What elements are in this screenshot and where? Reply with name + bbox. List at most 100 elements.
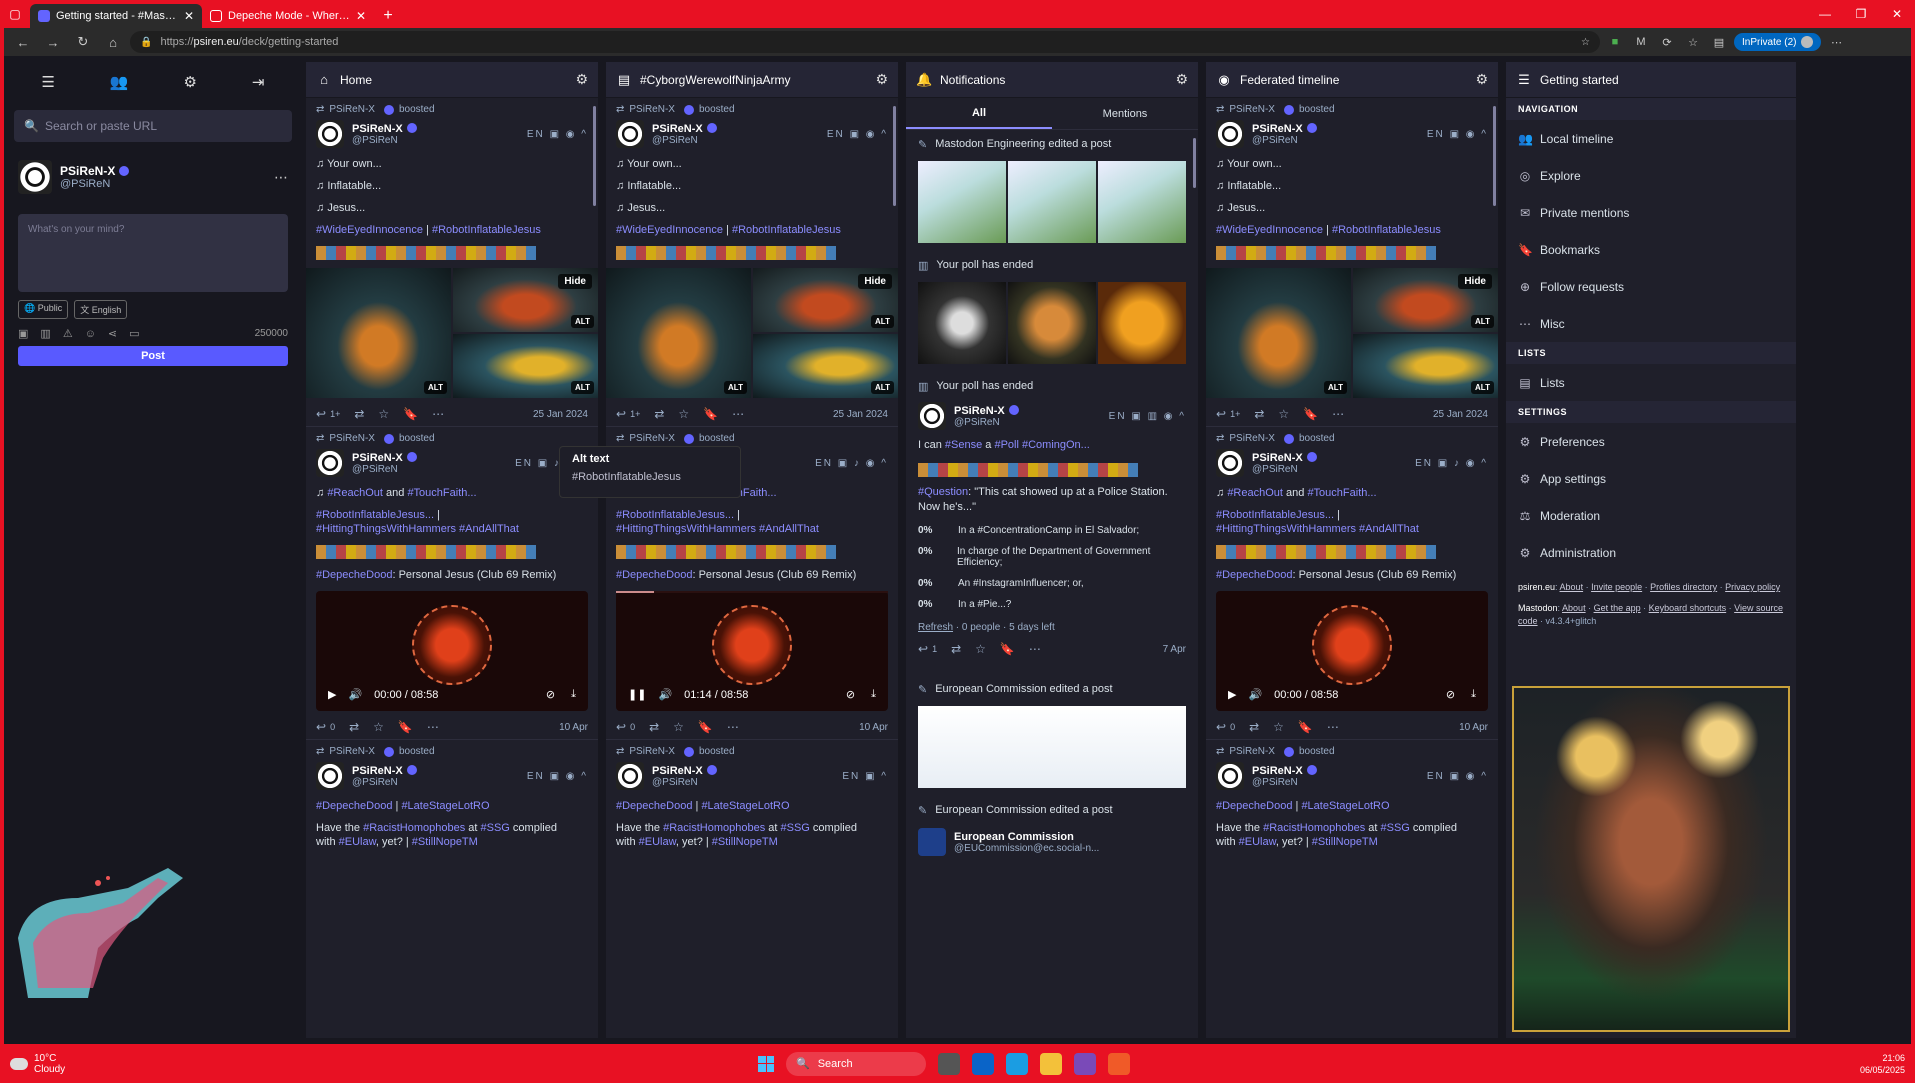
status-post-3[interactable]: ⇄ PSiReN-X boosted PSiReN-X @PSiReN EN ▣ ^ … [606, 740, 898, 852]
status-meta[interactable]: EN ▣ ^ [842, 771, 888, 782]
privacy-link[interactable]: Privacy policy [1725, 582, 1780, 592]
more-icon[interactable]: ⋯ [1029, 642, 1041, 656]
media-image[interactable]: Hide ALT [1353, 268, 1498, 332]
media-icon[interactable]: ▣ [18, 327, 28, 340]
home-icon[interactable]: ⌂ [100, 31, 126, 53]
nav-bookmarks[interactable]: 🔖 Bookmarks [1506, 231, 1796, 268]
nav-local-timeline[interactable]: 👥 Local timeline [1506, 120, 1796, 157]
task-view-icon[interactable] [938, 1052, 960, 1075]
favourite-icon[interactable]: ☆ [373, 720, 384, 734]
mastodon-about-link[interactable]: About [1562, 603, 1586, 613]
media-image[interactable]: Hide ALT [753, 268, 898, 332]
status-account[interactable]: PSiReN-X@PSiReN EN ▣ ♪ ◉ ^ [316, 449, 588, 477]
notifications-column-header[interactable]: 🔔 Notifications ⚙ [906, 62, 1198, 98]
hashtag-link[interactable]: #RobotInflatableJesus [732, 224, 841, 236]
status-account[interactable]: PSiReN-X @PSiReN EN ▣ ◉ ^ [1216, 762, 1488, 790]
reply-icon[interactable]: ↩ [616, 407, 626, 421]
audio-progress[interactable] [616, 591, 888, 593]
hashtag-link[interactable]: #WideEyedInnocence [616, 224, 723, 236]
volume-icon[interactable]: 🔊 [658, 688, 672, 701]
hide-icon[interactable]: ⊘ [1446, 688, 1455, 701]
extension-m-icon[interactable]: M [1630, 33, 1652, 51]
inprivate-badge[interactable]: InPrivate (2) [1734, 33, 1822, 51]
settings-icon[interactable]: ⚙ [184, 73, 197, 91]
media-thumbnail[interactable] [918, 706, 1186, 788]
avatar[interactable] [616, 120, 644, 148]
close-window-icon[interactable]: ✕ [1879, 0, 1915, 28]
maximize-icon[interactable]: ❐ [1843, 0, 1879, 28]
people-icon[interactable]: 👥 [110, 73, 129, 91]
status-account[interactable]: European Commission @EUCommission@ec.soci… [906, 828, 1198, 856]
compose-textarea[interactable]: What's on your mind? [18, 214, 288, 292]
status-date[interactable]: 25 Jan 2024 [533, 409, 588, 420]
reply-icon[interactable]: ↩ [1216, 407, 1226, 421]
bookmark-icon[interactable]: 🔖 [703, 407, 718, 421]
media-gallery[interactable]: ALT Hide ALT ALT [1206, 268, 1498, 398]
nav-private-mentions[interactable]: ✉ Private mentions [1506, 194, 1796, 231]
emoji-icon[interactable]: ☺ [85, 328, 96, 340]
avatar[interactable] [616, 762, 644, 790]
home-column-header[interactable]: ⌂ Home ⚙ [306, 62, 598, 98]
status-meta[interactable]: EN ▣ ◉ ^ [1427, 129, 1488, 140]
hide-media-button[interactable]: Hide [1458, 274, 1492, 289]
download-icon[interactable]: ⤓ [1471, 688, 1476, 701]
extension-shield-icon[interactable]: ■ [1604, 33, 1626, 51]
status-date[interactable]: 10 Apr [859, 722, 888, 733]
avatar[interactable] [1216, 762, 1244, 790]
alt-badge[interactable]: ALT [1471, 315, 1494, 328]
invite-link[interactable]: Invite people [1591, 582, 1642, 592]
alt-badge[interactable]: ALT [571, 315, 594, 328]
avatar[interactable] [1216, 449, 1244, 477]
hashtag-link[interactable]: #RobotInflatableJesus [1332, 224, 1441, 236]
about-link[interactable]: About [1560, 582, 1584, 592]
notification-media[interactable] [918, 706, 1186, 788]
avatar[interactable] [18, 160, 52, 194]
status-post-1[interactable]: ⇄ PSiReN-X boosted PSiReN-X @PSiReN EN ▣ ◉ … [1206, 98, 1498, 427]
media-image[interactable]: ALT [306, 268, 451, 398]
reply-icon[interactable]: ↩ [918, 642, 928, 656]
alt-badge[interactable]: ALT [1471, 381, 1494, 394]
new-tab-icon[interactable]: + [374, 4, 402, 28]
alt-badge[interactable]: ALT [424, 381, 447, 394]
favourite-icon[interactable]: ☆ [378, 407, 389, 421]
alt-badge[interactable]: ALT [724, 381, 747, 394]
volume-icon[interactable]: 🔊 [1248, 688, 1262, 701]
federated-column-header[interactable]: ◉ Federated timeline ⚙ [1206, 62, 1498, 98]
favourite-icon[interactable]: ☆ [1278, 407, 1289, 421]
audio-player[interactable]: ▶ 🔊 00:00 / 08:58 ⊘ ⤓ [1216, 591, 1488, 711]
boost-icon[interactable]: ⇄ [654, 407, 664, 421]
draft-icon[interactable]: ▭ [129, 327, 139, 340]
media-thumbnail[interactable] [918, 161, 1006, 243]
audio-player[interactable]: ❚❚ 🔊 01:14 / 08:58 ⊘ ⤓ [616, 591, 888, 711]
nav-lists[interactable]: ▤ Lists [1506, 364, 1796, 401]
current-user[interactable]: PSiReN-X @PSiReN ⋯ [4, 150, 302, 204]
notification-edited[interactable]: ✎ European Commission edited a post [906, 675, 1198, 788]
refresh-icon[interactable]: ↻ [70, 31, 96, 53]
media-thumbnail[interactable] [1008, 282, 1096, 364]
status-account[interactable]: PSiReN-X @PSiReN EN ▣ ^ [616, 762, 888, 790]
boost-icon[interactable]: ⇄ [951, 642, 961, 656]
status-meta[interactable]: EN ▣ ♪ ◉ ^ [815, 458, 888, 469]
media-image[interactable]: Hide ALT [453, 268, 598, 332]
reply-icon[interactable]: ↩ [316, 720, 326, 734]
close-tab-icon[interactable]: ✕ [356, 9, 366, 23]
browser-menu-icon[interactable]: ⋯ [1825, 33, 1847, 51]
more-icon[interactable]: ⋯ [732, 407, 744, 421]
more-icon[interactable]: ⋯ [1332, 407, 1344, 421]
nav-app-settings[interactable]: ⚙ App settings [1506, 460, 1796, 497]
status-account[interactable]: PSiReN-X @PSiReN EN ▣ ◉ ^ [316, 762, 588, 790]
status-post-1[interactable]: ⇄ PSiReN-X boosted PSiReN-X @PSiReN EN ▣ ◉ … [606, 98, 898, 427]
notification-media[interactable] [918, 161, 1186, 243]
more-icon[interactable]: ⋯ [727, 720, 739, 734]
hashtag-link[interactable]: #WideEyedInnocence [316, 224, 423, 236]
notification-media[interactable] [918, 282, 1186, 364]
status-date[interactable]: 25 Jan 2024 [1433, 409, 1488, 420]
avatar[interactable] [918, 828, 946, 856]
git-icon[interactable] [1108, 1052, 1130, 1075]
hashtag-link[interactable]: #RobotInflatableJesus [432, 224, 541, 236]
scrollbar[interactable] [1493, 106, 1496, 206]
taskbar-search[interactable]: 🔍 Search [786, 1051, 926, 1076]
reply-icon[interactable]: ↩ [616, 720, 626, 734]
favourite-icon[interactable]: ☆ [1273, 720, 1284, 734]
more-icon[interactable]: ⋯ [427, 720, 439, 734]
